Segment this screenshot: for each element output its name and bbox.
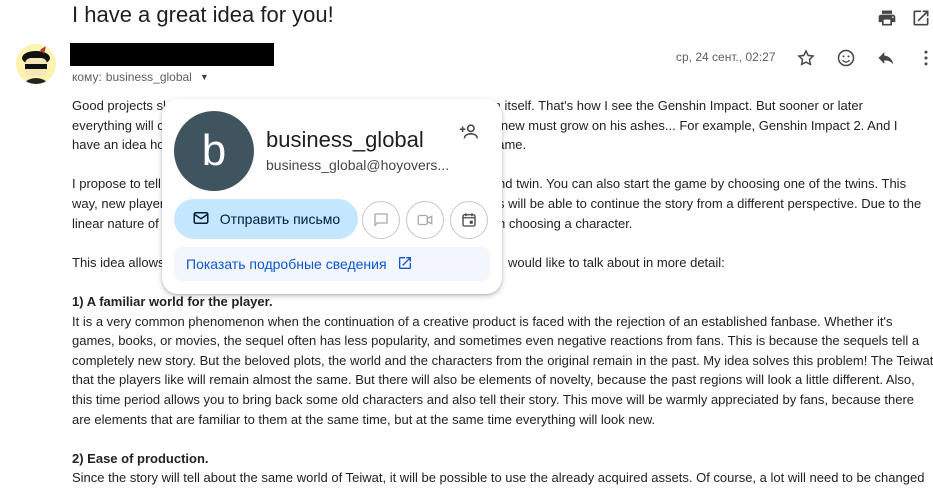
body-line: that the players like will remain almost… [72,372,915,388]
contact-avatar: b [174,111,254,191]
print-icon[interactable] [875,6,899,30]
open-in-new-icon [397,255,413,274]
sender-name-redacted [70,43,274,66]
send-email-label: Отправить письмо [219,211,341,227]
add-contact-icon[interactable] [458,121,480,148]
emoji-icon[interactable] [834,46,858,70]
video-call-button[interactable] [406,201,444,239]
recipient-name: business_global [105,70,192,84]
email-date: ср, 24 сент., 02:27 [676,50,776,64]
more-vert-icon[interactable] [914,46,933,70]
chevron-down-icon[interactable]: ▼ [200,72,209,82]
body-line: Since the story will tell about the same… [72,470,925,486]
calendar-icon [462,213,476,227]
message-actions [794,46,933,70]
video-icon [417,214,433,226]
section-title: 2) Ease of production. [72,450,209,466]
mail-icon [192,209,210,230]
recipient-line[interactable]: кому: business_global ▼ [72,70,209,84]
email-subject: I have a great idea for you! [72,2,334,27]
star-icon[interactable] [794,46,818,70]
contact-hover-card: b business_global business_global@hoyove… [162,99,502,294]
chat-button[interactable] [362,201,400,239]
body-line: completely new story. But the beloved pl… [72,352,933,368]
recipient-prefix: кому: [72,70,102,84]
sender-avatar[interactable] [16,44,56,84]
show-details-link[interactable]: Показать подробные сведения [174,247,490,281]
body-line: It is a very common phenomenon when the … [72,313,893,329]
open-in-new-icon[interactable] [909,6,933,30]
body-line: are elements that are familiar to them a… [72,411,656,427]
contact-email[interactable]: business_global@hoyovers... [266,157,449,173]
body-line: games, books, or movies, the sequel ofte… [72,333,920,349]
section-title: 1) A familiar world for the player. [72,293,273,309]
calendar-button[interactable] [450,201,488,239]
top-actions [875,6,933,30]
chat-icon [374,213,388,227]
show-details-label: Показать подробные сведения [186,256,387,272]
send-email-button[interactable]: Отправить письмо [174,199,358,239]
reply-icon[interactable] [874,46,898,70]
contact-name: business_global [266,127,424,152]
body-line: this time period allows you to bring bac… [72,391,915,407]
